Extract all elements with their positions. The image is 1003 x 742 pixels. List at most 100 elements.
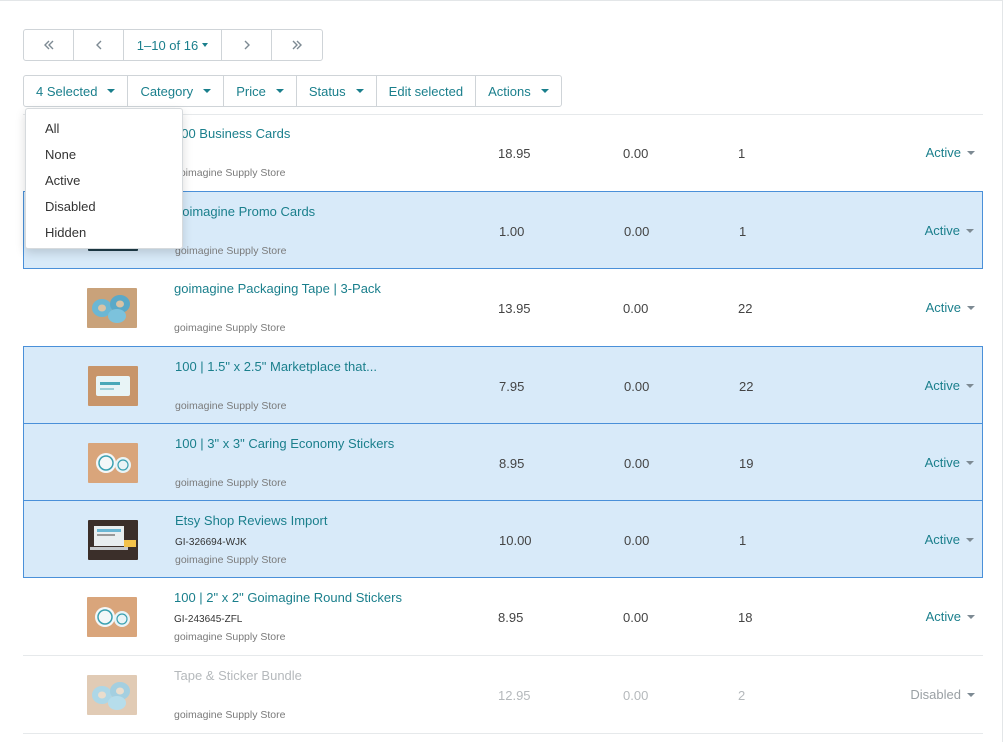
price-filter-button[interactable]: Price xyxy=(224,76,297,106)
product-cost: 0.00 xyxy=(623,688,649,703)
product-quantity: 1 xyxy=(739,224,747,239)
page-range-dropdown[interactable]: 1–10 of 16 xyxy=(124,30,222,60)
caret-down-icon xyxy=(355,89,364,93)
chevron-right-icon xyxy=(244,40,250,50)
first-page-button[interactable] xyxy=(24,30,74,60)
store-name: goimagine Supply Store xyxy=(175,554,287,566)
edit-selected-button[interactable]: Edit selected xyxy=(377,76,477,106)
product-thumbnail[interactable] xyxy=(88,443,138,483)
product-name-link[interactable]: goimagine Promo Cards xyxy=(175,204,315,219)
caret-down-icon xyxy=(966,228,974,233)
product-quantity: 22 xyxy=(738,301,753,316)
status-label: Disabled xyxy=(910,687,961,702)
chevron-left-icon xyxy=(95,40,101,50)
select-option-none[interactable]: None xyxy=(26,141,182,167)
select-option-hidden[interactable]: Hidden xyxy=(26,219,182,245)
table-row[interactable]: Tape & Sticker Bundle goimagine Supply St… xyxy=(23,656,983,734)
status-label: Status xyxy=(308,83,346,99)
product-list-panel: 1–10 of 16 4 Selected Category Price Sta… xyxy=(0,0,1003,742)
status-filter-button[interactable]: Status xyxy=(297,76,377,106)
store-name: goimagine Supply Store xyxy=(175,400,287,412)
product-cost: 0.00 xyxy=(624,456,650,471)
product-sku: GI-326694-WJK xyxy=(175,537,247,548)
next-page-button[interactable] xyxy=(222,30,272,60)
status-dropdown[interactable]: Active xyxy=(925,223,974,238)
product-price: 13.95 xyxy=(498,301,531,316)
product-name-link[interactable]: goimagine Packaging Tape | 3-Pack xyxy=(174,281,381,296)
product-thumbnail[interactable] xyxy=(87,675,137,715)
product-quantity: 18 xyxy=(738,610,753,625)
status-label: Active xyxy=(925,300,961,315)
pagination: 1–10 of 16 xyxy=(23,29,323,61)
store-name: goimagine Supply Store xyxy=(174,631,286,643)
table-row[interactable]: 100 | 2" x 2" Goimagine Round Stickers GI… xyxy=(23,578,983,656)
status-label: Active xyxy=(924,223,960,238)
last-page-button[interactable] xyxy=(272,30,322,60)
status-dropdown[interactable]: Active xyxy=(926,300,975,315)
status-dropdown[interactable]: Active xyxy=(926,145,975,160)
product-thumbnail[interactable] xyxy=(87,597,137,637)
status-dropdown[interactable]: Active xyxy=(925,455,974,470)
store-name: goimagine Supply Store xyxy=(174,167,286,179)
caret-down-icon xyxy=(966,460,974,465)
product-name-link[interactable]: 100 | 1.5" x 2.5" Marketplace that... xyxy=(175,359,377,374)
caret-down-icon xyxy=(966,537,974,542)
category-label: Category xyxy=(140,83,194,99)
actions-label: Actions xyxy=(488,83,531,99)
select-option-disabled[interactable]: Disabled xyxy=(26,193,182,219)
store-name: goimagine Supply Store xyxy=(174,322,286,334)
prev-page-button[interactable] xyxy=(74,30,124,60)
product-name-link[interactable]: Tape & Sticker Bundle xyxy=(174,668,302,683)
product-cost: 0.00 xyxy=(623,146,649,161)
select-dropdown-button[interactable]: 4 Selected xyxy=(24,76,129,106)
status-dropdown[interactable]: Active xyxy=(925,378,974,393)
product-quantity: 1 xyxy=(739,533,747,548)
table-row[interactable]: 100 | 3" x 3" Caring Economy Stickers goi… xyxy=(23,423,983,501)
store-name: goimagine Supply Store xyxy=(174,709,286,721)
table-row[interactable]: 100 | 1.5" x 2.5" Marketplace that... goi… xyxy=(23,346,983,424)
bulk-toolbar: 4 Selected Category Price Status Edit se… xyxy=(23,75,562,107)
price-label: Price xyxy=(236,83,266,99)
product-quantity: 19 xyxy=(739,456,754,471)
edit-selected-label: Edit selected xyxy=(388,83,464,99)
status-label: Active xyxy=(924,378,960,393)
product-cost: 0.00 xyxy=(624,533,650,548)
caret-down-icon xyxy=(967,614,975,619)
product-thumbnail[interactable] xyxy=(88,366,138,406)
caret-down-icon xyxy=(202,43,209,47)
caret-down-icon xyxy=(107,89,116,93)
product-sku: GI-243645-ZFL xyxy=(174,614,243,625)
product-price: 1.00 xyxy=(499,224,525,239)
status-label: Active xyxy=(925,609,961,624)
product-price: 10.00 xyxy=(499,533,532,548)
product-price: 18.95 xyxy=(498,146,531,161)
product-thumbnail[interactable] xyxy=(87,288,137,328)
product-quantity: 22 xyxy=(739,379,754,394)
table-row[interactable]: Etsy Shop Reviews Import GI-326694-WJK goi… xyxy=(23,500,983,578)
product-name-link[interactable]: 100 Business Cards xyxy=(174,126,290,141)
product-name-link[interactable]: 100 | 3" x 3" Caring Economy Stickers xyxy=(175,436,394,451)
product-cost: 0.00 xyxy=(623,301,649,316)
status-dropdown[interactable]: Active xyxy=(926,609,975,624)
select-option-active[interactable]: Active xyxy=(26,167,182,193)
status-label: Active xyxy=(925,145,961,160)
double-chevron-right-icon xyxy=(292,40,302,50)
product-price: 7.95 xyxy=(499,379,525,394)
actions-dropdown-button[interactable]: Actions xyxy=(476,76,561,106)
caret-down-icon xyxy=(967,150,975,155)
product-name-link[interactable]: 100 | 2" x 2" Goimagine Round Stickers xyxy=(174,590,402,605)
caret-down-icon xyxy=(540,89,549,93)
product-price: 12.95 xyxy=(498,688,531,703)
status-dropdown[interactable]: Active xyxy=(925,532,974,547)
caret-down-icon xyxy=(967,305,975,310)
product-thumbnail[interactable] xyxy=(88,520,138,560)
category-filter-button[interactable]: Category xyxy=(128,76,225,106)
status-dropdown[interactable]: Disabled xyxy=(910,687,975,702)
caret-down-icon xyxy=(967,692,975,697)
select-option-all[interactable]: All xyxy=(26,115,182,141)
product-name-link[interactable]: Etsy Shop Reviews Import xyxy=(175,513,327,528)
table-row[interactable]: goimagine Packaging Tape | 3-Pack goimagi… xyxy=(23,269,983,347)
product-quantity: 1 xyxy=(738,146,746,161)
product-price: 8.95 xyxy=(499,456,525,471)
caret-down-icon xyxy=(275,89,284,93)
